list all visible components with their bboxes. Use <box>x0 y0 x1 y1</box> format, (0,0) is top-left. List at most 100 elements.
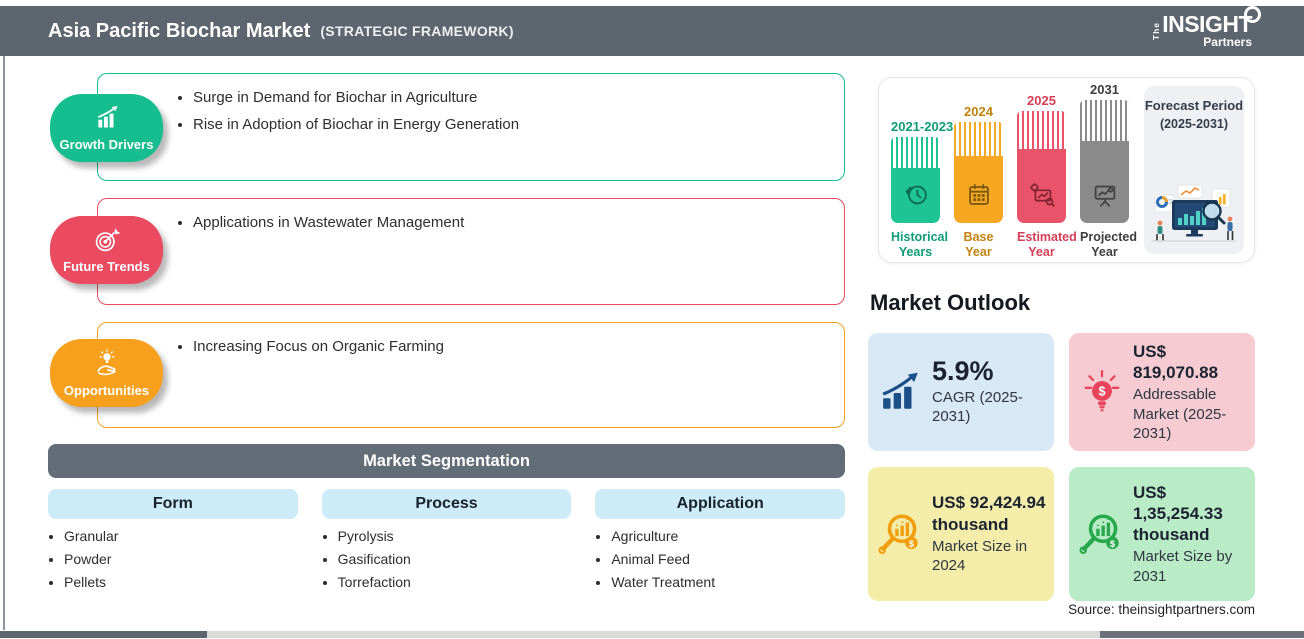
application-list: Agriculture Animal Feed Water Treatment <box>595 528 845 590</box>
badge-label: Future Trends <box>63 258 150 274</box>
market-segmentation-header: Market Segmentation <box>48 444 845 478</box>
magnifier-ring-icon <box>1244 6 1261 23</box>
bar-caption: Historical Years <box>891 230 948 259</box>
analytics-illustration <box>1148 183 1240 250</box>
calendar-icon <box>964 180 994 215</box>
metric-value: US$ 1,35,254.33 thousand <box>1133 482 1223 545</box>
metric-value: US$ 819,070.88 <box>1133 341 1219 382</box>
bar-stripes <box>1080 100 1129 141</box>
timeline-bars: 2021-2023 Historical Years 2024 Base Yea… <box>891 82 1137 260</box>
page-title: Asia Pacific Biochar Market <box>48 19 311 42</box>
infographic-canvas: Asia Pacific Biochar Market (STRATEGIC F… <box>0 0 1304 639</box>
bar-stripes <box>891 137 940 168</box>
column-header: Form <box>48 489 298 519</box>
list-item: Torrefaction <box>338 574 572 590</box>
base-year-bar <box>954 122 1003 223</box>
logo-insight-text: INSIGHT <box>1162 6 1261 36</box>
dollar-bulb-icon: $ <box>1075 369 1129 415</box>
bottom-strip-segment <box>207 631 1100 638</box>
metric-label: Addressable Market (2025-2031) <box>1133 386 1227 442</box>
logo-partners-text: Partners <box>1203 35 1252 49</box>
projection-screen-icon <box>1090 180 1120 215</box>
magnifier-chart-dollar-icon: $ <box>874 510 928 558</box>
growth-chart-icon <box>93 105 121 136</box>
the-insight-partners-logo: The INSIGHT Partners <box>1151 6 1261 49</box>
bottom-border-strip <box>0 631 1304 638</box>
historical-years-bar <box>891 137 940 223</box>
badge-label: Opportunities <box>63 382 150 398</box>
logo-the-text: The <box>1151 21 1162 41</box>
timeline-bar-historical: 2021-2023 Historical Years <box>891 82 953 260</box>
bar-caption: Estimated Year <box>1017 230 1077 259</box>
list-item: Rise in Adoption of Biochar in Energy Ge… <box>193 116 844 133</box>
source-attribution: Source: theinsightpartners.com <box>1068 602 1255 617</box>
bar-caption: Base Year <box>963 230 994 259</box>
list-item: Gasification <box>338 551 572 567</box>
list-item: Agriculture <box>611 528 845 544</box>
year-label: 2031 <box>1090 82 1119 97</box>
bottom-strip-segment <box>0 631 207 638</box>
timeline-bar-projected: 2031 Projected Year <box>1080 82 1137 260</box>
segmentation-column-form: Form Granular Powder Pellets <box>48 489 298 597</box>
svg-text:$: $ <box>1099 385 1106 399</box>
estimation-dashboard-icon <box>1027 180 1057 215</box>
list-item: Surge in Demand for Biochar in Agricultu… <box>193 89 844 106</box>
history-clock-icon <box>901 180 931 215</box>
growth-drivers-badge: Growth Drivers <box>50 94 163 162</box>
opportunities-box: Increasing Focus on Organic Farming <box>97 322 845 428</box>
metric-label: Market Size by 2031 <box>1133 548 1233 585</box>
process-list: Pyrolysis Gasification Torrefaction <box>322 528 572 590</box>
header-bar: Asia Pacific Biochar Market (STRATEGIC F… <box>0 6 1304 56</box>
year-label: 2025 <box>1027 93 1056 108</box>
segmentation-column-application: Application Agriculture Animal Feed Wate… <box>595 489 846 597</box>
growth-drivers-list: Surge in Demand for Biochar in Agricultu… <box>98 74 844 133</box>
estimated-year-bar <box>1017 111 1066 223</box>
cagr-growth-chart-icon <box>874 371 928 413</box>
year-label: 2024 <box>964 104 993 119</box>
future-trends-badge: Future Trends <box>50 216 163 284</box>
column-header: Process <box>321 489 572 519</box>
future-trends-list: Applications in Wastewater Management <box>98 199 844 231</box>
market-size-2031-card: $ US$ 1,35,254.33 thousand Market Size b… <box>1069 467 1255 601</box>
svg-text:$: $ <box>1110 538 1116 549</box>
bottom-strip-segment <box>1100 631 1304 638</box>
badge-label: Growth Drivers <box>59 136 154 152</box>
market-outlook-title: Market Outlook <box>870 290 1031 315</box>
segmentation-column-process: Process Pyrolysis Gasification Torrefact… <box>321 489 572 597</box>
list-item: Water Treatment <box>611 574 845 590</box>
timeline-bar-estimated: 2025 Estimated Year <box>1017 82 1077 260</box>
left-border-line <box>3 56 5 630</box>
bar-stripes <box>954 122 1003 156</box>
forecast-title: Forecast Period <box>1144 98 1244 113</box>
magnifier-chart-dollar-icon: $ <box>1075 510 1129 558</box>
list-item: Animal Feed <box>611 551 845 567</box>
opportunities-badge: Opportunities <box>50 339 163 407</box>
svg-text:$: $ <box>909 538 915 549</box>
addressable-market-card: $ US$ 819,070.88 Addressable Market (202… <box>1069 333 1255 451</box>
metric-value: 5.9% <box>932 356 994 387</box>
projected-year-bar <box>1080 100 1129 223</box>
metric-value: US$ 92,424.94 thousand <box>932 493 1046 534</box>
target-dart-icon <box>93 227 121 258</box>
bar-caption: Projected Year <box>1080 230 1137 259</box>
list-item: Granular <box>64 528 298 544</box>
growth-drivers-box: Surge in Demand for Biochar in Agricultu… <box>97 73 845 181</box>
outlook-cards: 5.9% CAGR (2025-2031) $ US$ 819,070.88 A… <box>868 333 1255 601</box>
opportunities-list: Increasing Focus on Organic Farming <box>98 323 844 355</box>
list-item: Powder <box>64 551 298 567</box>
column-header: Application <box>595 489 846 519</box>
list-item: Increasing Focus on Organic Farming <box>193 338 844 355</box>
bar-stripes <box>1017 111 1066 149</box>
segmentation-columns: Form Granular Powder Pellets Process Pyr… <box>48 489 846 597</box>
forecast-range: (2025-2031) <box>1159 117 1229 132</box>
cagr-card: 5.9% CAGR (2025-2031) <box>868 333 1054 451</box>
list-item: Pellets <box>64 574 298 590</box>
metric-label: CAGR (2025-2031) <box>932 388 1023 426</box>
forecast-period-panel: Forecast Period (2025-2031) <box>1144 86 1244 254</box>
future-trends-box: Applications in Wastewater Management <box>97 198 845 305</box>
list-item: Applications in Wastewater Management <box>193 214 844 231</box>
metric-label: Market Size in 2024 <box>932 537 1028 575</box>
timeline-bar-base: 2024 Base Year <box>954 82 1003 260</box>
research-timeline-card: 2021-2023 Historical Years 2024 Base Yea… <box>878 77 1255 263</box>
form-list: Granular Powder Pellets <box>48 528 298 590</box>
